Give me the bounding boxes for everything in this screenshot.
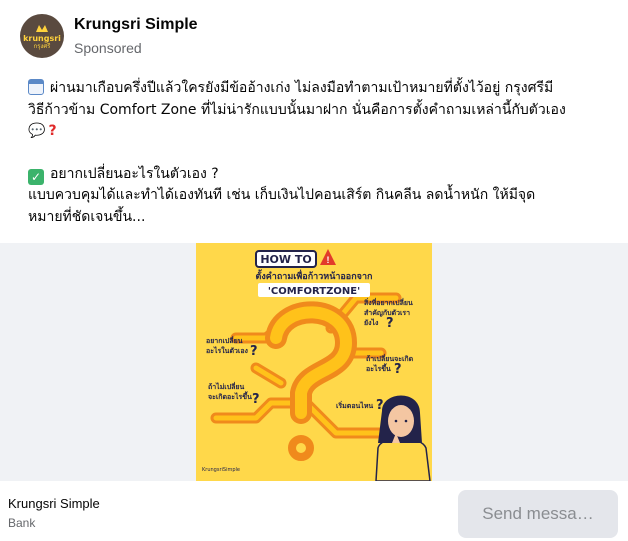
page-name[interactable]: Krungsri Simple bbox=[74, 16, 198, 34]
avatar[interactable]: krungsri กรุงศรี bbox=[20, 14, 64, 58]
poster-qmark: ? bbox=[252, 392, 260, 407]
poster-graphic: HOW TO ! ตั้งคำถามเพื่อก้าวหน้าออกจาก 'C… bbox=[196, 243, 432, 481]
post-header: krungsri กรุงศรี Krungsri Simple Sponsor… bbox=[20, 14, 608, 58]
footer-page-name[interactable]: Krungsri Simple bbox=[8, 496, 100, 511]
post-line: แบบควบคุมได้และทำได้เองทันที เช่น เก็บเง… bbox=[28, 187, 536, 203]
send-message-button[interactable]: Send messa… bbox=[458, 490, 618, 538]
poster-qmark: ? bbox=[386, 316, 394, 331]
check-box-icon: ✓ bbox=[28, 168, 44, 185]
poster-brand: KrungsriSimple bbox=[202, 467, 240, 473]
poster-question: ถ้าไม่เปลี่ยน bbox=[208, 381, 245, 391]
poster-question: อะไรในตัวเอง bbox=[206, 346, 249, 355]
poster-question: เริ่มตอนไหน bbox=[336, 400, 373, 410]
avatar-logo-text: krungsri bbox=[23, 33, 61, 43]
calendar-icon bbox=[28, 79, 44, 95]
footer-category: Bank bbox=[8, 516, 36, 530]
ad-media[interactable]: HOW TO ! ตั้งคำถามเพื่อก้าวหน้าออกจาก 'C… bbox=[0, 243, 628, 481]
poster-comfortzone: 'COMFORTZONE' bbox=[268, 286, 360, 297]
ad-footer: Krungsri Simple Bank Send messa… bbox=[0, 481, 628, 541]
ad-image[interactable]: HOW TO ! ตั้งคำถามเพื่อก้าวหน้าออกจาก 'C… bbox=[196, 243, 432, 481]
poster-qmark: ? bbox=[394, 362, 402, 377]
poster-question: ยังไง bbox=[364, 318, 379, 327]
poster-qmark: ? bbox=[250, 344, 258, 359]
post-line-text: อยากเปลี่ยนอะไรในตัวเอง ? bbox=[50, 165, 219, 182]
poster-how-to: HOW TO bbox=[260, 253, 311, 266]
post-line: ✓ อยากเปลี่ยนอะไรในตัวเอง ? bbox=[28, 164, 608, 186]
poster-question: อยากเปลี่ยน bbox=[206, 335, 243, 345]
post-line: หมายที่ชัดเจนขึ้น... bbox=[28, 208, 146, 225]
post-line: วิธีก้าวข้าม Comfort Zone ที่ไม่น่ารักแบ… bbox=[28, 101, 566, 118]
post-line: ผ่านมาเกือบครึ่งปีแล้วใครยังมีข้ออ้างเก่… bbox=[28, 78, 608, 100]
sponsored-label[interactable]: Sponsored bbox=[74, 40, 142, 56]
avatar-logo-thai: กรุงศรี bbox=[33, 42, 51, 50]
krungsri-logo-icon bbox=[36, 24, 48, 32]
svg-text:!: ! bbox=[327, 255, 330, 265]
question-mark-icon: ? bbox=[48, 123, 57, 139]
speech-bubble-icon: 💬 bbox=[28, 123, 46, 139]
post-line: 💬? bbox=[28, 121, 608, 143]
post-line-text: ผ่านมาเกือบครึ่งปีแล้วใครยังมีข้ออ้างเก่… bbox=[50, 80, 554, 96]
post-text: ผ่านมาเกือบครึ่งปีแล้วใครยังมีข้ออ้างเก่… bbox=[28, 78, 608, 228]
poster-question: ถ้าเปลี่ยนจะเกิด bbox=[366, 353, 414, 363]
poster-question: สิ่งที่อยากเปลี่ยน bbox=[363, 297, 413, 307]
